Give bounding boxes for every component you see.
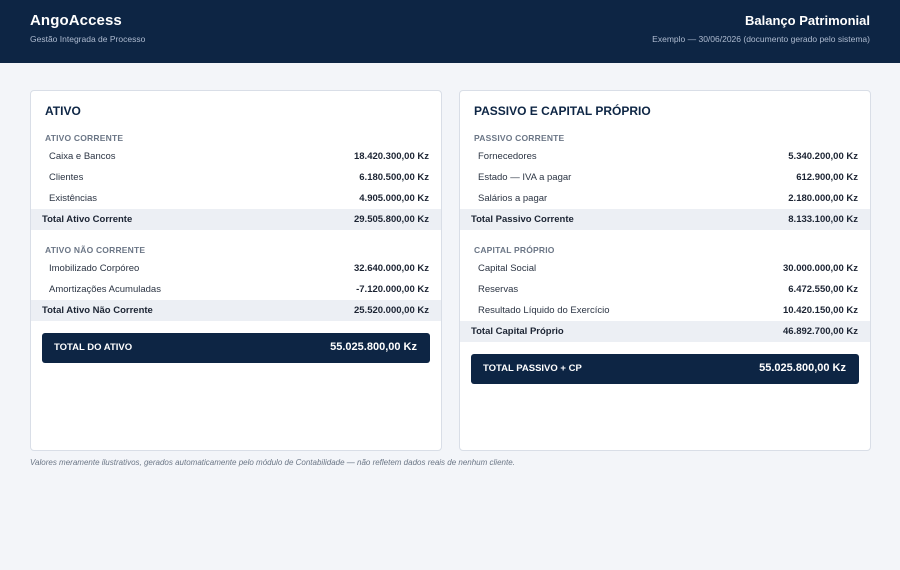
line-item: Clientes 6.180.500,00 Kz bbox=[31, 167, 441, 188]
subtotal-label: Total Capital Próprio bbox=[471, 326, 564, 337]
subtotal-value: 8.133.100,00 Kz bbox=[788, 214, 858, 225]
subtotal-value: 46.892.700,00 Kz bbox=[782, 326, 858, 337]
grand-total-label: TOTAL PASSIVO + CP bbox=[483, 363, 582, 374]
line-item-label: Resultado Líquido do Exercício bbox=[478, 305, 610, 316]
section-heading: ATIVO CORRENTE bbox=[45, 133, 124, 143]
line-item-value: 2.180.000,00 Kz bbox=[788, 193, 858, 204]
line-item-value: 612.900,00 Kz bbox=[796, 172, 858, 183]
subtotal-row: Total Passivo Corrente 8.133.100,00 Kz bbox=[460, 209, 870, 230]
line-item-value: 18.420.300,00 Kz bbox=[353, 151, 429, 162]
line-item-value: -7.120.000,00 Kz bbox=[356, 284, 429, 295]
line-item: Estado — IVA a pagar 612.900,00 Kz bbox=[460, 167, 870, 188]
line-item-value: 32.640.000,00 Kz bbox=[353, 263, 429, 274]
panel-title: ATIVO bbox=[45, 104, 81, 118]
grand-total-label: TOTAL DO ATIVO bbox=[54, 342, 133, 353]
line-item-label: Capital Social bbox=[478, 263, 537, 274]
line-item-label: Existências bbox=[49, 193, 98, 204]
subtotal-row: Total Ativo Não Corrente 25.520.000,00 K… bbox=[31, 300, 441, 321]
line-item: Salários a pagar 2.180.000,00 Kz bbox=[460, 188, 870, 209]
line-item-value: 6.180.500,00 Kz bbox=[359, 172, 429, 183]
section-heading: CAPITAL PRÓPRIO bbox=[474, 245, 555, 255]
grand-total-bar: TOTAL DO ATIVO 55.025.800,00 Kz bbox=[42, 333, 430, 363]
line-item-label: Imobilizado Corpóreo bbox=[49, 263, 140, 274]
disclaimer-footnote: Valores meramente ilustrativos, gerados … bbox=[30, 458, 515, 467]
brand-name: AngoAccess bbox=[30, 12, 122, 29]
line-item: Amortizações Acumuladas -7.120.000,00 Kz bbox=[31, 279, 441, 300]
line-item-label: Clientes bbox=[49, 172, 84, 183]
section-heading: ATIVO NÃO CORRENTE bbox=[45, 245, 146, 255]
section-heading: PASSIVO CORRENTE bbox=[474, 133, 565, 143]
grand-total-bar: TOTAL PASSIVO + CP 55.025.800,00 Kz bbox=[471, 354, 859, 384]
line-item-value: 30.000.000,00 Kz bbox=[782, 263, 858, 274]
line-item: Fornecedores 5.340.200,00 Kz bbox=[460, 146, 870, 167]
subtotal-label: Total Ativo Não Corrente bbox=[42, 305, 153, 316]
ativo-panel: ATIVO ATIVO CORRENTE Caixa e Bancos 18.4… bbox=[30, 90, 442, 451]
balance-sheet: ATIVO ATIVO CORRENTE Caixa e Bancos 18.4… bbox=[30, 90, 871, 451]
brand: AngoAccess Gestão Integrada de Processo bbox=[30, 12, 145, 44]
line-item-value: 10.420.150,00 Kz bbox=[782, 305, 858, 316]
subtotal-value: 25.520.000,00 Kz bbox=[353, 305, 429, 316]
subtotal-row: Total Ativo Corrente 29.505.800,00 Kz bbox=[31, 209, 441, 230]
line-item-label: Caixa e Bancos bbox=[49, 151, 116, 162]
document-info: Balanço Patrimonial Exemplo — 30/06/2026… bbox=[652, 13, 870, 44]
grand-total-value: 55.025.800,00 Kz bbox=[330, 341, 417, 353]
line-item: Capital Social 30.000.000,00 Kz bbox=[460, 258, 870, 279]
line-item-label: Fornecedores bbox=[478, 151, 537, 162]
document-subtitle: Exemplo — 30/06/2026 (documento gerado p… bbox=[652, 34, 870, 44]
line-item-label: Reservas bbox=[478, 284, 519, 295]
line-item: Imobilizado Corpóreo 32.640.000,00 Kz bbox=[31, 258, 441, 279]
line-item-label: Amortizações Acumuladas bbox=[49, 284, 161, 295]
line-item: Resultado Líquido do Exercício 10.420.15… bbox=[460, 300, 870, 321]
line-item-label: Salários a pagar bbox=[478, 193, 548, 204]
line-item: Caixa e Bancos 18.420.300,00 Kz bbox=[31, 146, 441, 167]
passivo-panel: PASSIVO E CAPITAL PRÓPRIO PASSIVO CORREN… bbox=[459, 90, 871, 451]
line-item-label: Estado — IVA a pagar bbox=[478, 172, 572, 183]
brand-subtitle: Gestão Integrada de Processo bbox=[30, 34, 146, 44]
subtotal-row: Total Capital Próprio 46.892.700,00 Kz bbox=[460, 321, 870, 342]
line-item-value: 6.472.550,00 Kz bbox=[788, 284, 858, 295]
subtotal-label: Total Ativo Corrente bbox=[42, 214, 133, 225]
subtotal-label: Total Passivo Corrente bbox=[471, 214, 574, 225]
document-title: Balanço Patrimonial bbox=[745, 13, 870, 28]
line-item: Reservas 6.472.550,00 Kz bbox=[460, 279, 870, 300]
line-item-value: 5.340.200,00 Kz bbox=[788, 151, 858, 162]
grand-total-value: 55.025.800,00 Kz bbox=[759, 362, 846, 374]
app-header: AngoAccess Gestão Integrada de Processo … bbox=[0, 0, 900, 63]
panel-title: PASSIVO E CAPITAL PRÓPRIO bbox=[474, 104, 651, 118]
line-item-value: 4.905.000,00 Kz bbox=[359, 193, 429, 204]
line-item: Existências 4.905.000,00 Kz bbox=[31, 188, 441, 209]
subtotal-value: 29.505.800,00 Kz bbox=[353, 214, 429, 225]
